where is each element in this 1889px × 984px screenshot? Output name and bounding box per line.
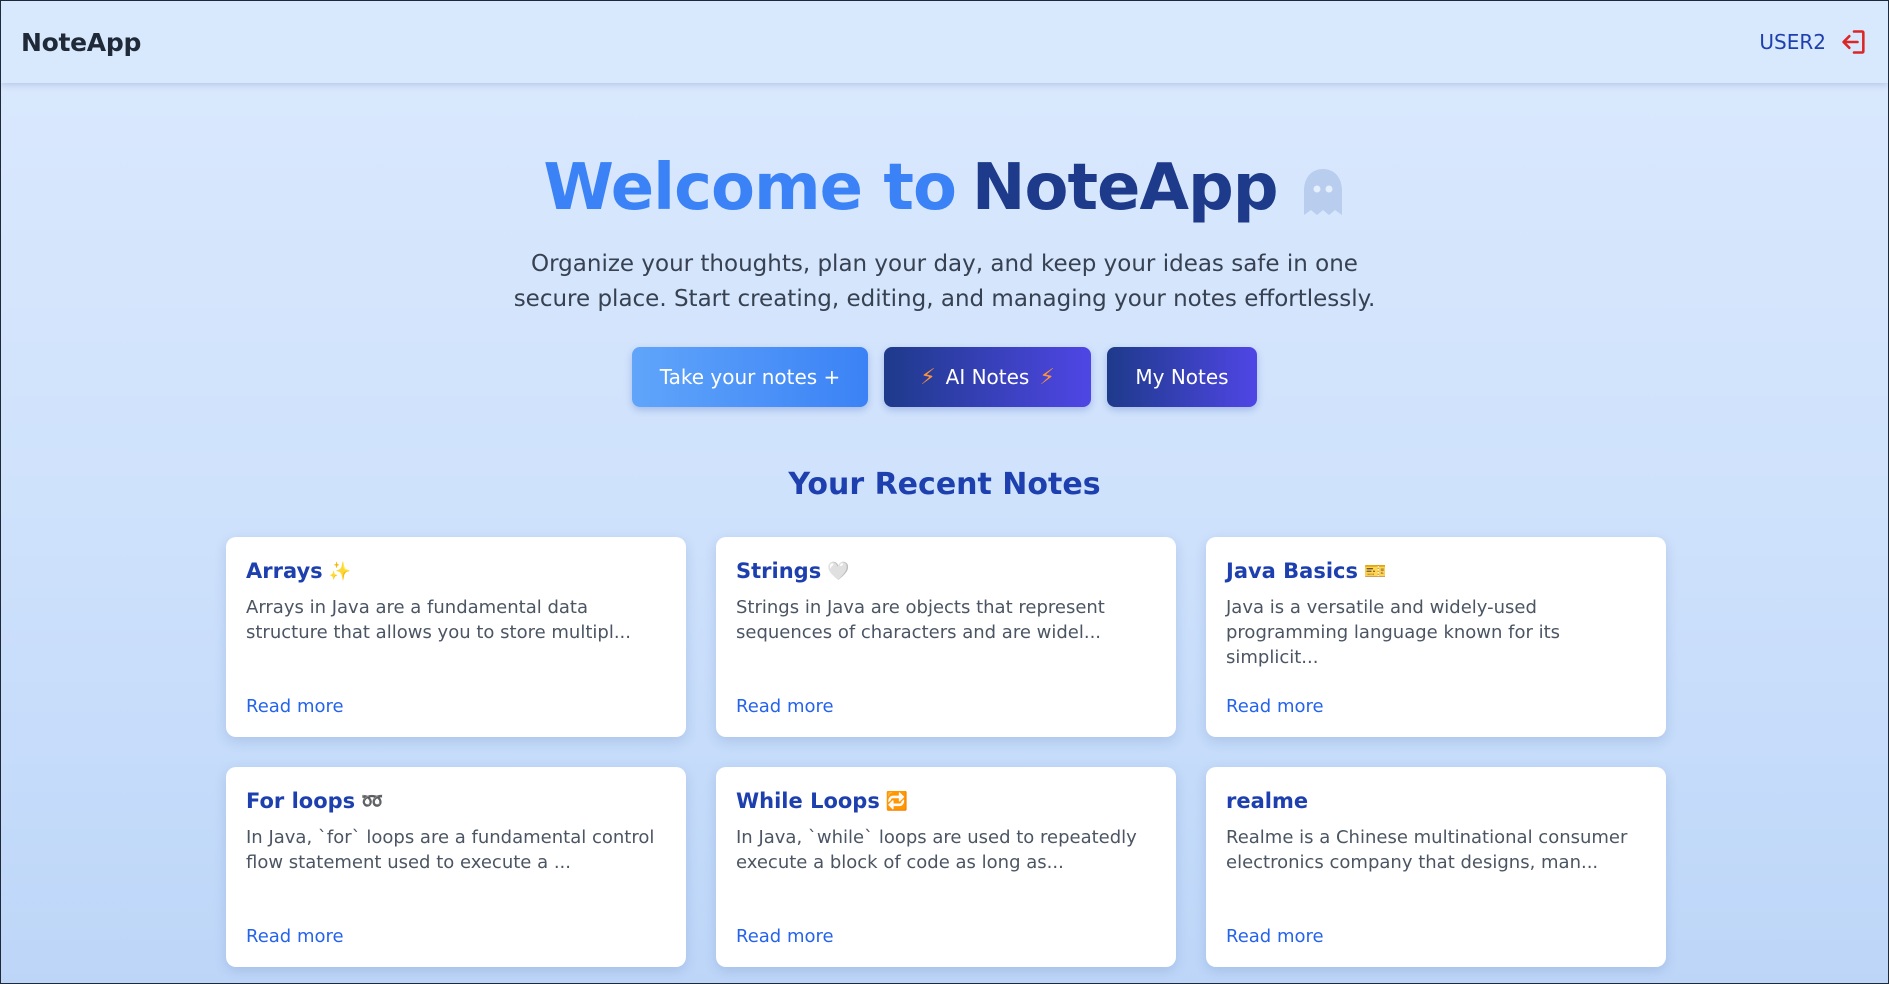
my-notes-label: My Notes xyxy=(1135,365,1229,389)
note-title: Java Basics 🎫 xyxy=(1226,559,1646,583)
action-buttons: Take your notes + ⚡ AI Notes ⚡ My Notes xyxy=(1,347,1888,407)
recent-notes-title: Your Recent Notes xyxy=(788,467,1101,502)
note-card[interactable]: Java Basics 🎫 Java is a versatile and wi… xyxy=(1206,537,1666,737)
note-excerpt: Realme is a Chinese multinational consum… xyxy=(1226,827,1628,873)
hero-title-part2: NoteApp xyxy=(971,151,1279,225)
note-card[interactable]: While Loops 🔁 In Java, `while` loops are… xyxy=(716,767,1176,967)
loop-icon: ➿ xyxy=(361,790,384,812)
note-card[interactable]: realme Realme is a Chinese multinational… xyxy=(1206,767,1666,967)
read-more-link[interactable]: Read more xyxy=(1226,926,1324,947)
note-title-text: Arrays xyxy=(246,559,323,583)
note-title-text: While Loops xyxy=(736,789,880,813)
hero-subtitle: Organize your thoughts, plan your day, a… xyxy=(513,251,1376,312)
logout-icon[interactable] xyxy=(1840,28,1868,56)
note-card[interactable]: For loops ➿ In Java, `for` loops are a f… xyxy=(226,767,686,967)
read-more-link[interactable]: Read more xyxy=(246,696,344,717)
note-excerpt: Strings in Java are objects that represe… xyxy=(736,597,1105,643)
note-card[interactable]: Arrays ✨ Arrays in Java are a fundamenta… xyxy=(226,537,686,737)
note-title: Arrays ✨ xyxy=(246,559,666,583)
note-excerpt: In Java, `for` loops are a fundamental c… xyxy=(246,827,655,873)
notes-grid: Arrays ✨ Arrays in Java are a fundamenta… xyxy=(226,537,1666,967)
repeat-icon: 🔁 xyxy=(885,790,909,812)
user-logout-area[interactable]: USER2 xyxy=(1759,28,1868,56)
ghost-icon xyxy=(1300,161,1346,215)
username: USER2 xyxy=(1759,30,1826,54)
heart-icon: 🤍 xyxy=(827,560,850,582)
note-title: Strings 🤍 xyxy=(736,559,1156,583)
note-title: For loops ➿ xyxy=(246,789,666,813)
note-title: While Loops 🔁 xyxy=(736,789,1156,813)
note-excerpt: In Java, `while` loops are used to repea… xyxy=(736,827,1137,873)
navbar: NoteApp USER2 xyxy=(1,1,1888,83)
note-title-text: realme xyxy=(1226,789,1309,813)
read-more-link[interactable]: Read more xyxy=(1226,696,1324,717)
ticket-icon: 🎫 xyxy=(1363,560,1387,582)
lightning-icon: ⚡ xyxy=(1039,364,1055,390)
hero-section: Welcome to NoteApp Organize your thought… xyxy=(1,151,1888,317)
note-title: realme xyxy=(1226,789,1646,813)
note-excerpt: Arrays in Java are a fundamental data st… xyxy=(246,597,631,643)
ai-notes-label: AI Notes xyxy=(945,365,1030,389)
read-more-link[interactable]: Read more xyxy=(246,926,344,947)
ai-notes-button[interactable]: ⚡ AI Notes ⚡ xyxy=(884,347,1091,407)
sparkles-icon: ✨ xyxy=(328,560,352,582)
note-excerpt: Java is a versatile and widely-used prog… xyxy=(1226,597,1561,668)
read-more-link[interactable]: Read more xyxy=(736,926,834,947)
note-title-text: Java Basics xyxy=(1226,559,1358,583)
my-notes-button[interactable]: My Notes xyxy=(1107,347,1257,407)
take-notes-label: Take your notes + xyxy=(659,365,841,389)
brand-logo[interactable]: NoteApp xyxy=(21,28,141,57)
read-more-link[interactable]: Read more xyxy=(736,696,834,717)
take-notes-button[interactable]: Take your notes + xyxy=(632,347,868,407)
hero-title: Welcome to NoteApp xyxy=(543,151,1345,225)
note-title-text: For loops xyxy=(246,789,356,813)
lightning-icon: ⚡ xyxy=(920,364,936,390)
hero-title-part1: Welcome to xyxy=(543,151,956,225)
note-card[interactable]: Strings 🤍 Strings in Java are objects th… xyxy=(716,537,1176,737)
note-title-text: Strings xyxy=(736,559,822,583)
